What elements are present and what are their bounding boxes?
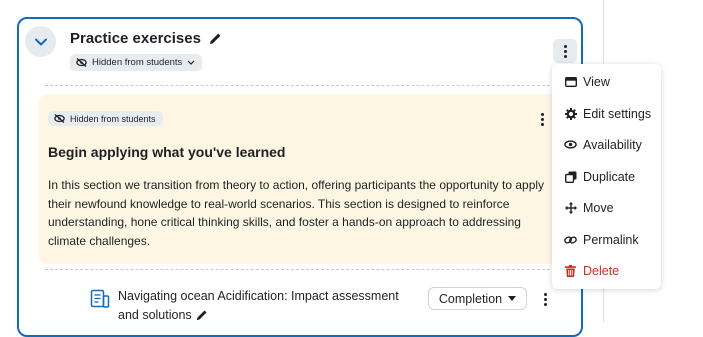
section-title[interactable]: Practice exercises xyxy=(70,30,201,47)
view-icon xyxy=(564,75,577,88)
completion-label: Completion xyxy=(438,291,503,306)
menu-item-label: View xyxy=(583,75,610,89)
eye-slash-icon xyxy=(54,114,65,123)
visibility-badge-label: Hidden from students xyxy=(70,113,156,124)
move-arrows-icon xyxy=(564,201,577,214)
divider xyxy=(45,85,575,86)
menu-item-delete[interactable]: Delete xyxy=(552,257,661,285)
menu-item-move[interactable]: Move xyxy=(552,194,661,222)
menu-item-duplicate[interactable]: Duplicate xyxy=(552,163,661,191)
summary-title: Begin applying what you've learned xyxy=(48,144,286,160)
collapse-section-button[interactable] xyxy=(25,26,56,57)
menu-item-label: Edit settings xyxy=(583,107,652,121)
eye-icon xyxy=(564,138,577,151)
activity-actions-kebab-icon[interactable] xyxy=(544,293,547,306)
section-summary: Hidden from students Begin applying what… xyxy=(39,94,559,264)
section-header: Practice exercises xyxy=(70,30,222,47)
menu-item-label: Move xyxy=(583,201,614,215)
kebab-icon xyxy=(563,44,567,58)
menu-item-edit-settings[interactable]: Edit settings xyxy=(552,100,661,128)
pencil-icon[interactable] xyxy=(196,309,208,321)
visibility-badge[interactable]: Hidden from students xyxy=(70,54,203,71)
section-actions-button[interactable] xyxy=(553,39,577,63)
menu-item-view[interactable]: View xyxy=(552,68,661,96)
activity-name-text[interactable]: Navigating ocean Acidification: Impact a… xyxy=(118,289,399,322)
visibility-badge-label: Hidden from students xyxy=(92,57,183,68)
eye-slash-icon xyxy=(76,58,87,67)
menu-item-label: Permalink xyxy=(583,233,639,247)
gear-icon xyxy=(564,107,577,120)
trash-icon xyxy=(564,264,577,277)
menu-item-permalink[interactable]: Permalink xyxy=(552,226,661,254)
menu-item-label: Duplicate xyxy=(583,170,636,184)
caret-down-icon xyxy=(508,296,517,301)
section-card: Practice exercises Hidden from students … xyxy=(17,17,583,337)
page-activity-icon xyxy=(90,289,110,308)
pencil-icon[interactable] xyxy=(209,32,222,45)
summary-actions-kebab-icon[interactable] xyxy=(541,113,544,126)
summary-text: In this section we transition from theor… xyxy=(48,178,545,248)
menu-item-label: Delete xyxy=(583,264,620,278)
chevron-down-icon xyxy=(187,60,195,65)
chevron-down-icon xyxy=(34,38,47,45)
activity-name[interactable]: Navigating ocean Acidification: Impact a… xyxy=(118,287,418,325)
copy-icon xyxy=(564,170,577,183)
section-actions-menu: View Edit settings Availability Duplicat… xyxy=(552,64,661,289)
completion-dropdown[interactable]: Completion xyxy=(428,287,527,310)
menu-item-label: Availability xyxy=(583,138,642,152)
divider xyxy=(45,269,575,270)
link-icon xyxy=(564,233,577,246)
menu-item-availability[interactable]: Availability xyxy=(552,131,661,159)
visibility-badge[interactable]: Hidden from students xyxy=(48,111,163,126)
